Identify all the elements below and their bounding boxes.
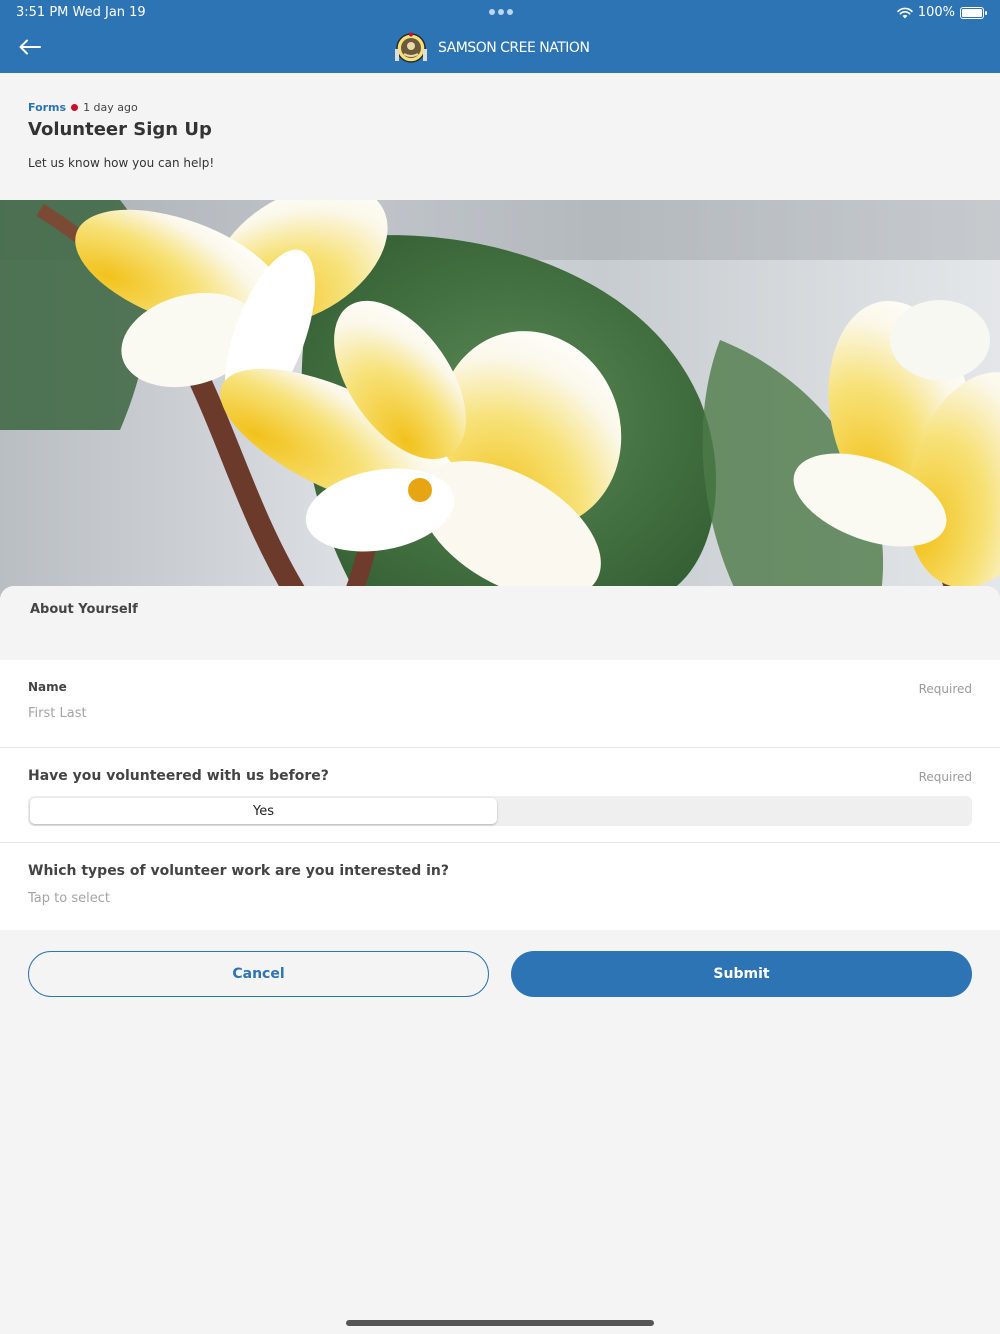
volunteered-before-required-tag: Required bbox=[918, 770, 972, 784]
option-other[interactable] bbox=[499, 798, 970, 824]
cancel-button[interactable]: Cancel bbox=[28, 951, 489, 997]
battery-percent: 100% bbox=[917, 5, 955, 20]
volunteered-before-toggle[interactable]: Yes bbox=[28, 796, 972, 826]
volunteered-before-label: Have you volunteered with us before? bbox=[28, 768, 329, 784]
home-indicator[interactable] bbox=[346, 1320, 654, 1326]
work-types-field[interactable]: Which types of volunteer work are you in… bbox=[0, 843, 1000, 930]
name-required-tag: Required bbox=[918, 682, 972, 696]
name-label: Name bbox=[28, 680, 67, 694]
post-meta: Forms 1 day ago bbox=[28, 101, 972, 114]
work-types-label: Which types of volunteer work are you in… bbox=[28, 863, 450, 879]
section-title: About Yourself bbox=[0, 586, 1000, 660]
submit-button[interactable]: Submit bbox=[511, 951, 972, 997]
multitasking-dots-icon[interactable] bbox=[489, 9, 513, 15]
brand: SAMSON CREE NATION bbox=[394, 32, 590, 64]
form-card: About Yourself Name Required First Last … bbox=[0, 586, 1000, 930]
back-button[interactable] bbox=[16, 33, 44, 61]
hero-image bbox=[0, 200, 1000, 600]
work-types-select[interactable]: Tap to select bbox=[28, 891, 972, 906]
wifi-icon bbox=[897, 7, 913, 18]
status-indicators: 100% bbox=[897, 5, 987, 20]
app-header: 3:51 PM Wed Jan 19 100% SAMSON CREE NATI… bbox=[0, 0, 1000, 73]
app-name: SAMSON CREE NATION bbox=[438, 40, 590, 56]
plumeria-flowers-illustration bbox=[0, 200, 1000, 600]
page-title: Volunteer Sign Up bbox=[28, 119, 212, 140]
arrow-left-icon bbox=[19, 39, 41, 55]
unread-dot bbox=[71, 104, 79, 111]
post-age: 1 day ago bbox=[83, 101, 138, 114]
status-time: 3:51 PM Wed Jan 19 bbox=[16, 5, 146, 20]
category-link[interactable]: Forms bbox=[28, 101, 66, 114]
page-subtitle: Let us know how you can help! bbox=[28, 156, 215, 170]
nation-seal-icon bbox=[395, 32, 427, 63]
name-field[interactable]: Name Required First Last bbox=[0, 660, 1000, 748]
post-header: Forms 1 day ago Volunteer Sign Up Let us… bbox=[28, 101, 972, 170]
battery-icon bbox=[960, 6, 987, 19]
option-yes[interactable]: Yes bbox=[30, 798, 497, 824]
name-input[interactable]: First Last bbox=[28, 706, 972, 721]
volunteered-before-field: Have you volunteered with us before? Req… bbox=[0, 748, 1000, 843]
